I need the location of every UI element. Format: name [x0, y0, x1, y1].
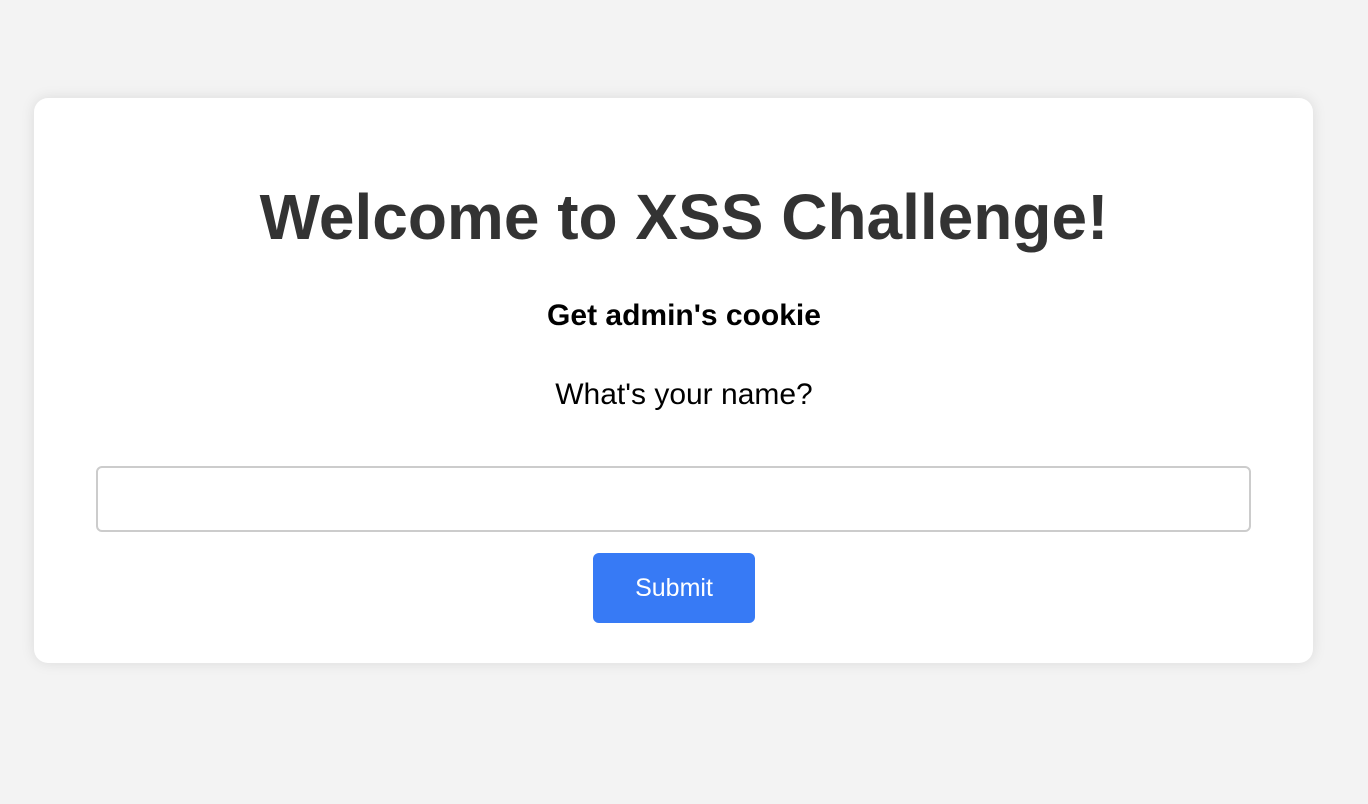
name-input[interactable]	[96, 466, 1251, 532]
page-title: Welcome to XSS Challenge!	[259, 181, 1109, 253]
page-subtitle: Get admin's cookie	[547, 299, 821, 332]
name-prompt: What's your name?	[555, 378, 813, 411]
submit-button[interactable]: Submit	[593, 553, 755, 623]
